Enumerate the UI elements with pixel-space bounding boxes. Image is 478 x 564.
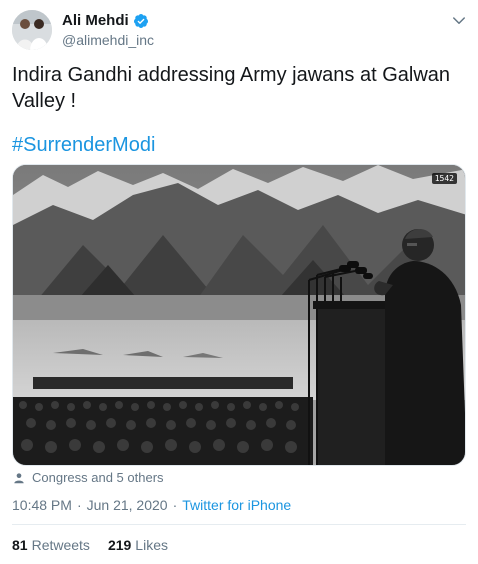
tweet-source-link[interactable]: Twitter for iPhone bbox=[182, 497, 291, 513]
photo-image bbox=[13, 165, 465, 465]
tweet-stats: 81 Retweets 219 Likes bbox=[12, 537, 168, 553]
author-handle[interactable]: @alimehdi_inc bbox=[62, 31, 154, 49]
hashtag-link[interactable]: #SurrenderModi bbox=[12, 132, 155, 158]
retweets-label: Retweets bbox=[31, 537, 90, 553]
photo-badge: 1542 bbox=[431, 173, 457, 184]
tweet-meta: 10:48 PM · Jun 21, 2020 · Twitter for iP… bbox=[12, 497, 291, 513]
meta-separator: · bbox=[76, 497, 82, 513]
avatar[interactable] bbox=[12, 10, 52, 50]
verified-badge-icon bbox=[133, 14, 148, 28]
avatar-image bbox=[12, 10, 52, 50]
likes-count: 219 bbox=[107, 537, 132, 553]
author-display-name[interactable]: Ali Mehdi bbox=[62, 12, 129, 30]
retweets-count: 81 bbox=[12, 537, 28, 553]
tweet-photo[interactable]: 1542 bbox=[12, 164, 466, 466]
author-display-name-row[interactable]: Ali Mehdi bbox=[62, 12, 154, 30]
divider bbox=[12, 524, 466, 525]
tweet-text: Indira Gandhi addressing Army jawans at … bbox=[12, 64, 451, 112]
chevron-down-icon[interactable] bbox=[450, 12, 468, 30]
person-icon bbox=[14, 472, 24, 483]
retweets-stat[interactable]: 81 Retweets bbox=[12, 537, 90, 553]
tweet-date[interactable]: Jun 21, 2020 bbox=[87, 497, 168, 513]
tagged-users-text[interactable]: Congress and 5 others bbox=[32, 470, 164, 485]
likes-stat[interactable]: 219 Likes bbox=[108, 537, 168, 553]
author-names: Ali Mehdi @alimehdi_inc bbox=[62, 12, 154, 49]
meta-separator-2: · bbox=[172, 497, 178, 513]
tweet-header: Ali Mehdi @alimehdi_inc bbox=[12, 8, 468, 50]
tweet-time[interactable]: 10:48 PM bbox=[12, 497, 72, 513]
tagged-users[interactable]: Congress and 5 others bbox=[12, 470, 164, 485]
likes-label: Likes bbox=[135, 537, 168, 553]
